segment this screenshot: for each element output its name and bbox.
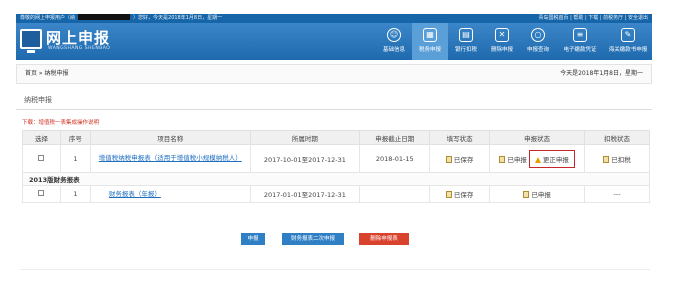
monitor-icon — [20, 29, 42, 53]
nav-customs-payment[interactable]: ✎ 海关缴款书申报 — [604, 23, 652, 60]
col-seq: 序号 — [59, 130, 91, 145]
row-seq: 1 — [59, 185, 91, 203]
main-nav: ☺ 基础信息 ▦ 税务申报 ▤ 银行扣税 ✕ 删除申报 ○ 申报查询 ≡ 电子缴… — [376, 23, 652, 60]
correct-declare-button[interactable]: 更正申报 — [528, 149, 575, 168]
document-icon — [499, 155, 506, 163]
fill-status: 已保存 — [429, 144, 491, 173]
nav-basic-info[interactable]: ☺ 基础信息 — [376, 23, 412, 60]
declare-button[interactable]: 申报 — [241, 233, 265, 245]
col-period: 所属时期 — [249, 130, 361, 145]
document-icon — [445, 155, 452, 163]
declare-status: 已申报 — [489, 185, 586, 203]
trash-icon: ✕ — [495, 28, 509, 42]
col-tax-status: 扣税状态 — [584, 130, 650, 145]
table-row: 1 财务报表（年报） 2017-01-01至2017-12-31 已保存 已申报… — [22, 185, 650, 203]
row-deadline: 2018-01-15 — [359, 144, 431, 173]
nav-delete-declare[interactable]: ✕ 删除申报 — [484, 23, 520, 60]
redacted-name — [78, 14, 131, 20]
group-header-row: 2013版财务报表 — [22, 172, 650, 186]
user-icon: ☺ — [387, 28, 401, 42]
top-info-bar: 尊敬的网上申报用户（纳 ）您好，今天是2018年1月8日，星期一 青岛国税首页 |… — [16, 14, 652, 23]
divider — [20, 269, 650, 270]
row-checkbox[interactable] — [38, 154, 45, 161]
app-title: 网上申报 — [46, 29, 111, 47]
nav-bank-deduction[interactable]: ▤ 银行扣税 — [448, 23, 484, 60]
greeting-text: 尊敬的网上申报用户（纳 ）您好，今天是2018年1月8日，星期一 — [20, 14, 223, 21]
financial-report-link[interactable]: 财务报表（年报） — [109, 190, 161, 199]
col-select: 选择 — [22, 130, 61, 145]
document-icon — [445, 191, 452, 198]
document-icon — [523, 191, 530, 198]
nav-tax-declare[interactable]: ▦ 税务申报 — [412, 23, 448, 60]
row-period: 2017-10-01至2017-12-31 — [249, 144, 361, 173]
row-period: 2017-01-01至2017-12-31 — [249, 185, 361, 203]
row-checkbox[interactable] — [38, 190, 45, 196]
vat-return-link[interactable]: 增值税纳税申报表（适用于增值税小规模纳税人） — [99, 154, 242, 163]
col-fill-status: 填写状态 — [429, 130, 491, 145]
app-logo: 网上申报 WANGSHANG SHENBAO — [20, 27, 140, 55]
col-item-name: 项目名称 — [89, 130, 251, 145]
nav-declare-query[interactable]: ○ 申报查询 — [520, 23, 556, 60]
calendar-icon: ▦ — [423, 28, 437, 42]
breadcrumb: 首页 » 纳税申报 今天是2018年1月8日，星期一 — [16, 64, 652, 84]
app-subtitle: WANGSHANG SHENBAO — [48, 46, 111, 51]
tax-status: 已扣税 — [584, 144, 650, 173]
nav-e-payment-voucher[interactable]: ≡ 电子缴款凭证 — [556, 23, 604, 60]
col-deadline: 申报截止日期 — [359, 130, 431, 145]
declare-status: 已申报 更正申报 — [489, 144, 586, 173]
delete-report-button[interactable]: 删除申报表 — [359, 233, 409, 245]
top-links[interactable]: 青岛国税首页 | 帮助 | 下载 | 前税务厅 | 安全退出 — [539, 14, 648, 23]
declaration-table: 选择 序号 项目名称 所属时期 申报截止日期 填写状态 申报状态 扣税状态 1 … — [22, 130, 650, 203]
search-icon: ○ — [531, 28, 545, 42]
download-guide-link[interactable]: 增值税一表集成操作说明 — [39, 120, 100, 126]
fill-status: 已保存 — [429, 185, 491, 203]
download-line: 下载：增值税一表集成操作说明 — [22, 118, 99, 126]
section-title: 纳税申报 — [16, 92, 652, 110]
document-icon: ≡ — [573, 28, 587, 42]
breadcrumb-path[interactable]: 首页 » 纳税申报 — [25, 65, 69, 83]
second-declare-button[interactable]: 财务报表二次申报 — [282, 233, 344, 245]
tax-status: --- — [584, 185, 650, 203]
document-edit-icon: ✎ — [621, 28, 635, 42]
grid-icon: ▤ — [459, 28, 473, 42]
table-header-row: 选择 序号 项目名称 所属时期 申报截止日期 填写状态 申报状态 扣税状态 — [22, 130, 650, 145]
table-row: 1 增值税纳税申报表（适用于增值税小规模纳税人） 2017-10-01至2017… — [22, 144, 650, 173]
row-deadline — [359, 185, 431, 203]
group-label: 2013版财务报表 — [22, 172, 650, 186]
warning-icon — [534, 156, 541, 163]
download-label: 下载： — [22, 120, 39, 126]
col-declare-status: 申报状态 — [489, 130, 586, 145]
row-seq: 1 — [59, 144, 91, 173]
app-header: 网上申报 WANGSHANG SHENBAO ☺ 基础信息 ▦ 税务申报 ▤ 银… — [16, 23, 652, 60]
document-icon — [603, 155, 610, 163]
today-date: 今天是2018年1月8日，星期一 — [560, 70, 643, 77]
